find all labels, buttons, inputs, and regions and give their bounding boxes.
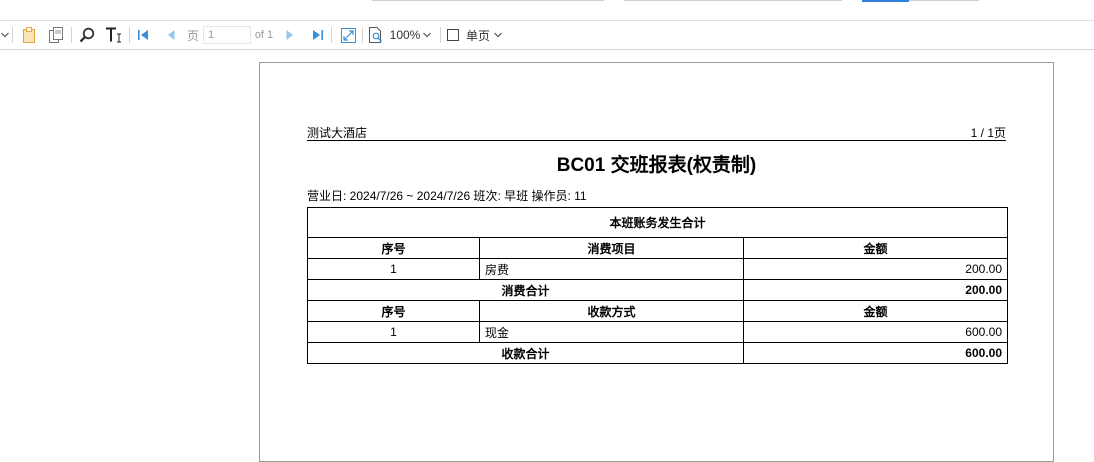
chevron-down-icon[interactable] bbox=[422, 21, 432, 49]
subtotal-amount: 600.00 bbox=[743, 342, 1008, 364]
toolbar-separator bbox=[12, 27, 13, 43]
toolbar-separator bbox=[440, 27, 441, 43]
toolbar-separator bbox=[362, 27, 363, 43]
hotel-name: 测试大酒店 bbox=[307, 126, 368, 140]
subtotal-label: 消费合计 bbox=[307, 279, 744, 301]
zoom-page-icon[interactable] bbox=[367, 21, 385, 49]
subtotal-label: 收款合计 bbox=[307, 342, 744, 364]
page-label: 页 bbox=[186, 28, 199, 43]
column-header: 消费项目 bbox=[479, 237, 744, 259]
last-page-icon[interactable] bbox=[309, 21, 327, 49]
section-title-row: 本班账务发生合计 bbox=[307, 207, 1008, 238]
table-row: 1 房费 200.00 bbox=[307, 258, 1008, 280]
section-title: 本班账务发生合计 bbox=[307, 207, 1008, 238]
top-field-2 bbox=[624, 0, 842, 1]
subtotal-amount: 200.00 bbox=[743, 279, 1008, 301]
toolbar-separator bbox=[129, 27, 130, 43]
paste-icon[interactable] bbox=[20, 21, 38, 49]
prev-page-icon[interactable] bbox=[163, 21, 179, 49]
chevron-down-icon[interactable] bbox=[0, 21, 10, 49]
zoom-level[interactable]: 100% bbox=[388, 21, 422, 49]
text-select-icon[interactable] bbox=[104, 21, 124, 49]
row-no: 1 bbox=[307, 258, 480, 280]
column-header: 金额 bbox=[743, 300, 1008, 322]
top-strip bbox=[0, 0, 1094, 21]
report-info-line: 营业日: 2024/7/26 ~ 2024/7/26 班次: 早班 操作员: 1… bbox=[307, 189, 587, 203]
copy-icon[interactable] bbox=[46, 21, 66, 49]
column-header: 金额 bbox=[743, 237, 1008, 259]
chevron-down-icon[interactable] bbox=[493, 21, 503, 49]
row-item: 现金 bbox=[479, 321, 744, 343]
checkbox-icon[interactable] bbox=[446, 21, 460, 49]
table-row: 1 现金 600.00 bbox=[307, 321, 1008, 343]
column-header: 序号 bbox=[307, 300, 480, 322]
report-title: BC01 交班报表(权责制) bbox=[556, 155, 757, 176]
column-header: 序号 bbox=[307, 237, 480, 259]
search-icon[interactable] bbox=[77, 21, 97, 49]
top-field-1 bbox=[372, 0, 604, 1]
next-page-icon[interactable] bbox=[282, 21, 298, 49]
fullscreen-icon[interactable] bbox=[338, 21, 358, 49]
row-amount: 600.00 bbox=[743, 321, 1008, 343]
top-field-3 bbox=[909, 0, 979, 1]
view-mode-label[interactable]: 单页 bbox=[463, 21, 493, 49]
page-info: 1 / 1页 bbox=[970, 126, 1006, 140]
page-count: of 1 bbox=[254, 29, 274, 41]
first-page-icon[interactable] bbox=[134, 21, 152, 49]
table-header-row: 序号 消费项目 金额 bbox=[307, 237, 1008, 259]
toolbar-separator bbox=[331, 27, 332, 43]
top-accent-button[interactable] bbox=[862, 0, 909, 2]
row-item: 房费 bbox=[479, 258, 744, 280]
row-no: 1 bbox=[307, 321, 480, 343]
page-number-input[interactable]: 1 bbox=[203, 26, 251, 44]
row-amount: 200.00 bbox=[743, 258, 1008, 280]
report-header: 测试大酒店 1 / 1页 bbox=[307, 124, 1006, 141]
shift-report-table: 本班账务发生合计 序号 消费项目 金额 1 房费 200.00 消费合计 200… bbox=[307, 207, 1008, 364]
viewer-toolbar: 页 1 of 1 100% 单页 bbox=[0, 21, 1094, 50]
subtotal-row: 消费合计 200.00 bbox=[307, 279, 1008, 301]
table-header-row: 序号 收款方式 金额 bbox=[307, 300, 1008, 322]
column-header: 收款方式 bbox=[479, 300, 744, 322]
subtotal-row: 收款合计 600.00 bbox=[307, 342, 1008, 364]
toolbar-separator bbox=[71, 27, 72, 43]
